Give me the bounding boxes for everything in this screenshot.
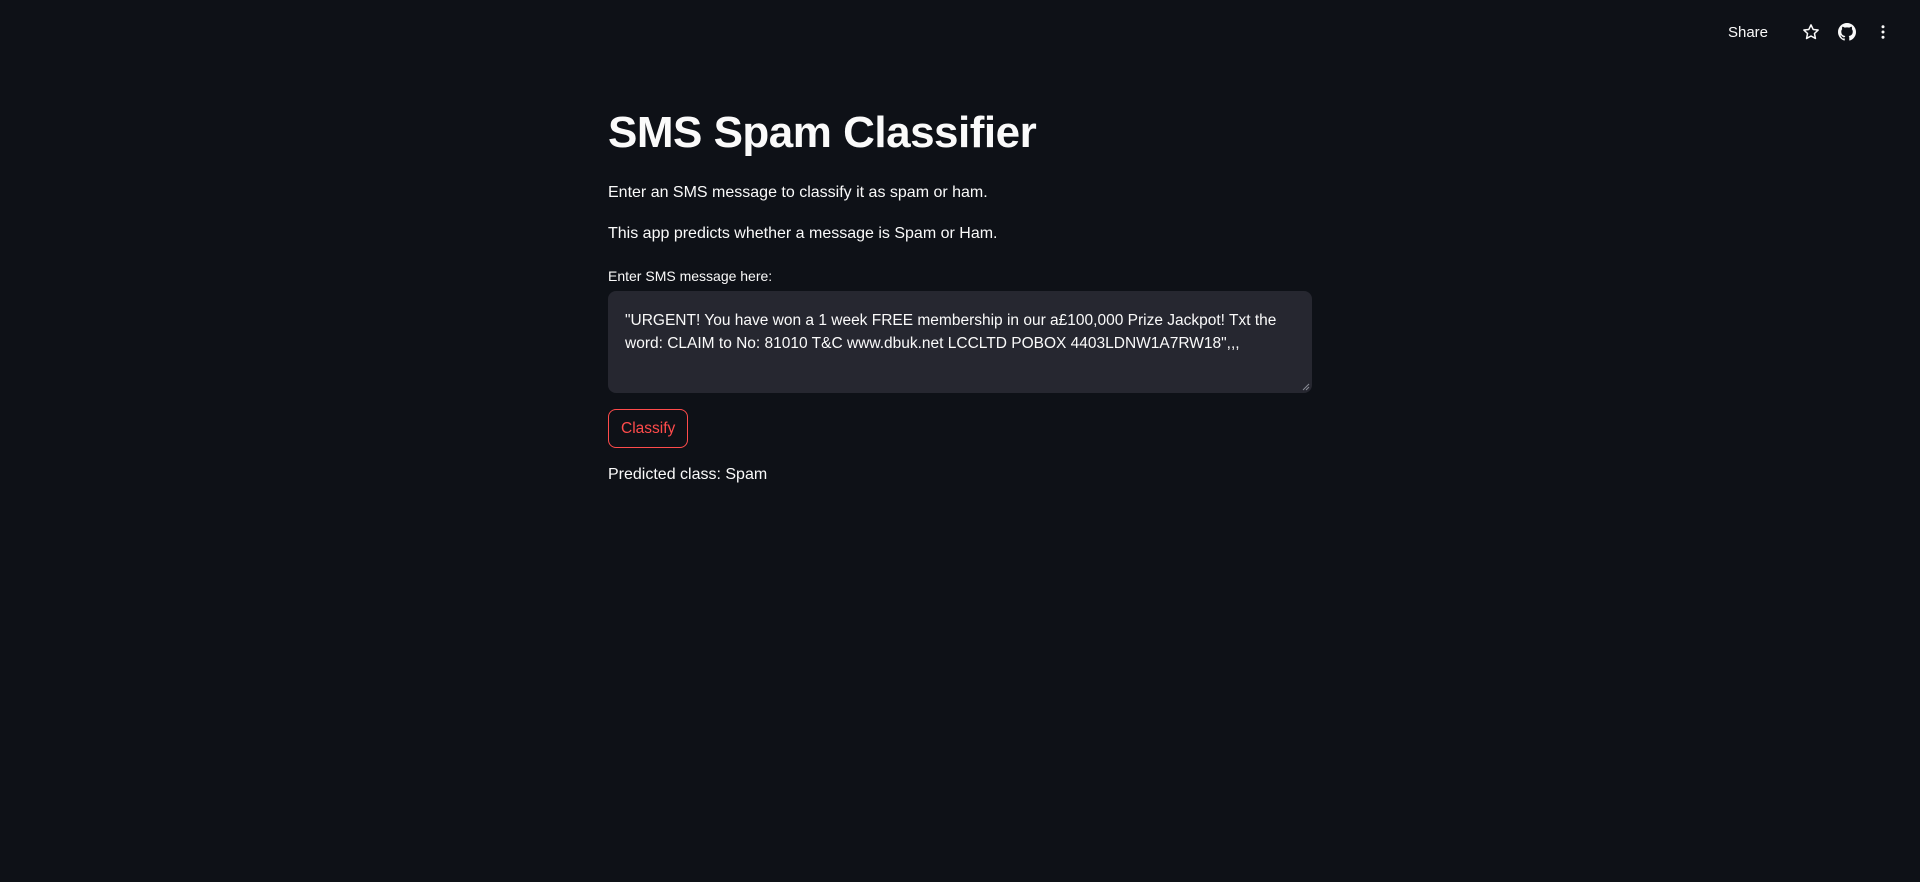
sms-input-label: Enter SMS message here:	[608, 268, 773, 284]
intro-text: Enter an SMS message to classify it as s…	[608, 184, 988, 201]
page-title: SMS Spam Classifier	[608, 108, 1037, 157]
prediction-result: Predicted class: Spam	[608, 466, 768, 483]
description-text: This app predicts whether a message is S…	[608, 225, 998, 242]
share-button[interactable]: Share	[1728, 24, 1768, 41]
star-icon[interactable]	[1800, 21, 1822, 43]
more-vertical-icon[interactable]	[1872, 21, 1894, 43]
classify-button[interactable]: Classify	[608, 409, 689, 448]
top-toolbar: Share	[1728, 0, 1920, 64]
github-icon[interactable]	[1836, 21, 1858, 43]
sms-input-container: "URGENT! You have won a 1 week FREE memb…	[608, 291, 1312, 393]
sms-input-field[interactable]: "URGENT! You have won a 1 week FREE memb…	[608, 291, 1312, 393]
resize-handle-icon[interactable]	[1302, 383, 1310, 391]
